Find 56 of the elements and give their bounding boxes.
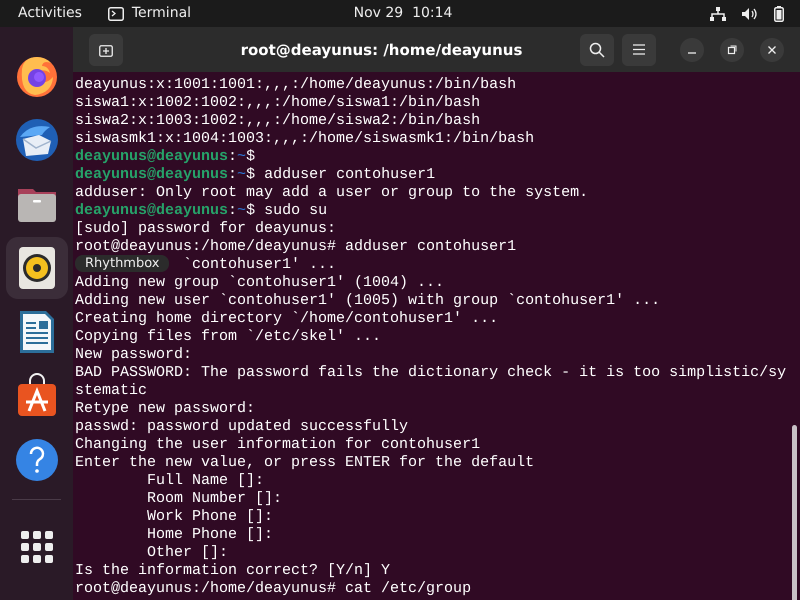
terminal-line: Changing the user information for contohuser1 [75,436,480,454]
speaker-icon[interactable] [16,245,56,291]
terminal-line: deayunus@deayunus:~$ [75,148,256,166]
window-title: root@deayunus: /home/deayunus [240,40,522,58]
terminal-line: Work Phone []: [147,508,274,526]
terminal-line: Full Name []: [147,472,264,490]
battery-icon[interactable] [774,6,784,22]
terminal-line: Other []: [147,544,228,562]
terminal-line: Home Phone []: [147,526,274,544]
terminal-line: Retype new password: [75,400,256,418]
terminal-line: Creating home directory `/home/contohuser1' ... [75,310,498,328]
terminal-line: adduser: Only root may add a user or group to the system. [75,184,588,202]
terminal-line: BAD PASSWORD: The password fails the dictionary check - it is too simplistic/sy [75,364,786,382]
new-tab-icon [99,42,113,56]
minimize-icon [688,52,696,54]
dock-item-highlight[interactable] [6,237,68,299]
terminal-line: Enter the new value, or press ENTER for the default [75,454,534,472]
terminal-line: root@deayunus:/home/deayunus# cat /etc/group [75,580,472,598]
terminal-icon [108,6,124,20]
menu-icon [633,44,645,55]
search-icon [589,42,605,58]
scrollbar[interactable] [792,425,797,600]
network-icon[interactable] [710,6,726,20]
minimize-button[interactable] [680,38,704,62]
terminal-line: stematic [75,382,148,400]
terminal-line: Copying files from `/etc/skel' ... [75,328,382,346]
activities-button[interactable]: Activities [0,3,100,24]
terminal-line: `contohuser1' ... [183,256,336,274]
mail-icon[interactable] [14,117,60,163]
tooltip: Rhythmbox [75,255,170,272]
terminal-line: Room Number []: [147,490,282,508]
menu-button[interactable] [622,34,656,66]
terminal-line: root@deayunus:/home/deayunus# adduser contohuser1 [75,238,516,256]
terminal-line: deayunus:x:1001:1001:,,,:/home/deayunus:/bin/bash [75,76,516,94]
close-button[interactable] [760,38,784,62]
terminal-line: siswa1:x:1002:1002:,,,:/home/siswa1:/bin/bash [75,94,480,112]
terminal-line: Is the information correct? [Y/n] Y [75,562,390,580]
help-icon[interactable] [14,437,60,483]
app-menu[interactable]: Terminal [132,3,192,24]
new-tab-button[interactable] [89,34,123,66]
terminal-line: siswa2:x:1003:1002:,,,:/home/siswa2:/bin/bash [75,112,480,130]
app-grid-icon[interactable] [20,530,54,564]
terminal-line: New password: [75,346,192,364]
terminal-line: Adding new group `contohuser1' (1004) ... [75,274,444,292]
maximize-button[interactable] [720,38,744,62]
terminal-line: [sudo] password for deayunus: [75,220,336,238]
terminal-line: passwd: password updated successfully [75,418,408,436]
volume-icon[interactable] [742,6,758,20]
terminal-line: deayunus@deayunus:~$ adduser contohuser1 [75,166,436,184]
terminal-line: siswasmk1:x:1004:1003:,,,:/home/siswasmk1:/bin/bash [75,130,534,148]
clock[interactable]: Nov 29 10:14 [354,5,452,21]
close-icon [767,44,777,54]
maximize-icon [727,44,737,54]
terminal-line: Adding new user `contohuser1' (1005) with group `contohuser1' ... [75,292,660,310]
terminal-line: deayunus@deayunus:~$ sudo su [75,202,328,220]
search-button[interactable] [580,34,614,66]
